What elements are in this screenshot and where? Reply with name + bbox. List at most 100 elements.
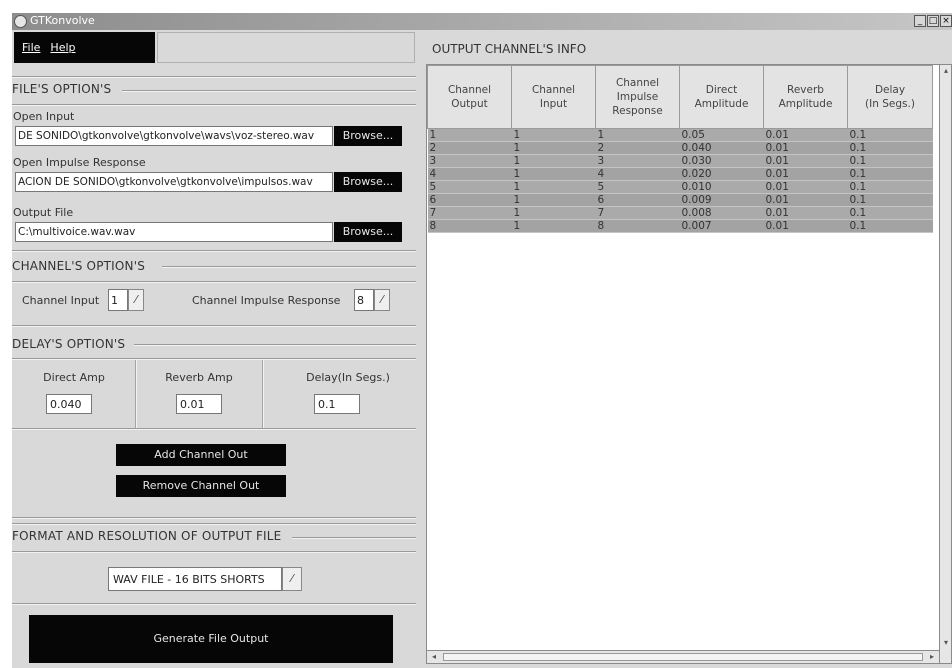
channel-impulse-value[interactable]: 8	[354, 289, 374, 311]
table-cell: 6	[427, 193, 512, 207]
table-cell: 1	[511, 141, 596, 155]
open-input-browse-button[interactable]: Browse...	[334, 126, 402, 146]
table-row[interactable]: 1 1 1 0.05 0.01 0.1	[427, 128, 933, 142]
dropdown-arrow-icon[interactable]: ⁄	[282, 567, 302, 591]
output-file-field[interactable]: C:\multivoice.wav.wav	[15, 222, 333, 242]
divider	[12, 603, 416, 605]
column-header-line: Input	[539, 98, 568, 110]
table-cell: 0.1	[847, 154, 933, 168]
table-cell: 1	[595, 128, 680, 142]
spinner-arrow-icon[interactable]: ⁄	[374, 289, 390, 311]
column-header-line: Channel	[447, 84, 492, 96]
table-row[interactable]: 5 1 5 0.010 0.01 0.1	[427, 180, 933, 194]
add-channel-out-button[interactable]: Add Channel Out	[116, 444, 286, 466]
scroll-left-icon[interactable]: ◂	[427, 651, 441, 663]
scroll-thumb[interactable]	[443, 653, 923, 661]
column-header-line: Delay	[874, 84, 906, 96]
close-icon[interactable]: ×	[940, 15, 952, 27]
divider	[12, 358, 416, 360]
channel-impulse-label: Channel Impulse Response	[192, 294, 341, 307]
reverb-amp-input[interactable]: 0.01	[176, 394, 222, 414]
table-cell: 0.009	[679, 193, 764, 207]
divider	[12, 428, 416, 430]
horizontal-scrollbar[interactable]: ◂ ▸	[426, 650, 940, 664]
divider	[12, 523, 416, 525]
table-cell: 0.1	[847, 180, 933, 194]
column-header[interactable]: Channel Output	[427, 65, 512, 129]
table-row[interactable]: 2 1 2 0.040 0.01 0.1	[427, 141, 933, 155]
generate-file-output-button[interactable]: Generate File Output	[29, 615, 393, 663]
maximize-icon[interactable]: □	[927, 15, 939, 27]
delay-options-title: DELAY'S OPTION'S	[12, 337, 132, 351]
table-cell: 5	[427, 180, 512, 194]
column-header[interactable]: Delay (In Segs.)	[847, 65, 933, 129]
open-impulse-label: Open Impulse Response	[13, 156, 146, 169]
table-row[interactable]: 7 1 7 0.008 0.01 0.1	[427, 206, 933, 220]
menu-help[interactable]: Help	[50, 41, 75, 54]
channel-options-title: CHANNEL'S OPTION'S	[12, 259, 152, 273]
table-row[interactable]: 4 1 4 0.020 0.01 0.1	[427, 167, 933, 181]
section-line	[122, 90, 416, 92]
menu-bar-filler	[157, 32, 415, 63]
format-select[interactable]: WAV FILE - 16 BITS SHORTS ⁄	[108, 567, 302, 591]
table-row[interactable]: 3 1 3 0.030 0.01 0.1	[427, 154, 933, 168]
delay-segs-input[interactable]: 0.1	[314, 394, 360, 414]
column-header[interactable]: Channel Impulse Response	[595, 65, 680, 129]
table-cell: 0.01	[763, 141, 848, 155]
column-header[interactable]: Reverb Amplitude	[763, 65, 848, 129]
table-cell: 0.1	[847, 219, 933, 233]
table-cell: 1	[511, 180, 596, 194]
column-header-line: Reverb	[787, 84, 824, 96]
vertical-scrollbar[interactable]: ▴ ▾	[939, 64, 952, 664]
channel-input-value[interactable]: 1	[108, 289, 128, 311]
scroll-right-icon[interactable]: ▸	[925, 651, 939, 663]
column-header-line: Amplitude	[694, 98, 749, 110]
column-header-line: Channel	[531, 84, 576, 96]
open-input-label: Open Input	[13, 110, 75, 123]
output-file-browse-button[interactable]: Browse...	[334, 222, 402, 242]
format-title: FORMAT AND RESOLUTION OF OUTPUT FILE	[12, 529, 288, 543]
delay-segs-label: Delay(In Segs.)	[306, 371, 390, 384]
open-impulse-field[interactable]: ACION DE SONIDO\gtkonvolve\gtkonvolve\im…	[15, 172, 333, 192]
column-header[interactable]: Direct Amplitude	[679, 65, 764, 129]
table-row[interactable]: 8 1 8 0.007 0.01 0.1	[427, 219, 933, 233]
format-select-value[interactable]: WAV FILE - 16 BITS SHORTS	[108, 567, 282, 591]
section-line	[292, 537, 416, 539]
table-cell: 0.007	[679, 219, 764, 233]
options-panel: File Help FILE'S OPTION'S Open Input DE …	[12, 30, 418, 668]
output-info-title: OUTPUT CHANNEL'S INFO	[432, 42, 587, 56]
scroll-down-icon[interactable]: ▾	[941, 637, 951, 649]
table-cell: 0.030	[679, 154, 764, 168]
table-cell: 3	[595, 154, 680, 168]
open-input-field[interactable]: DE SONIDO\gtkonvolve\gtkonvolve\wavs\voz…	[15, 126, 333, 146]
output-file-label: Output File	[13, 206, 74, 219]
column-divider	[135, 360, 137, 428]
minimize-icon[interactable]: _	[914, 15, 926, 27]
direct-amp-input[interactable]: 0.040	[46, 394, 92, 414]
column-header[interactable]: Channel Input	[511, 65, 596, 129]
column-header-line: Impulse	[616, 91, 659, 103]
table-cell: 1	[511, 128, 596, 142]
scroll-up-icon[interactable]: ▴	[941, 65, 951, 77]
table-row[interactable]: 6 1 6 0.009 0.01 0.1	[427, 193, 933, 207]
table-cell: 0.1	[847, 206, 933, 220]
table-cell: 0.1	[847, 167, 933, 181]
divider	[12, 76, 416, 78]
table-cell: 0.020	[679, 167, 764, 181]
reverb-amp-label: Reverb Amp	[165, 371, 233, 384]
table-cell: 1	[511, 167, 596, 181]
column-header-line: Channel	[615, 77, 660, 89]
output-table-container: Channel Output Channel Input Channel Impulse R…	[426, 64, 940, 664]
open-impulse-browse-button[interactable]: Browse...	[334, 172, 402, 192]
divider	[12, 104, 416, 106]
channel-input-spinner[interactable]: 1 ⁄	[108, 289, 146, 311]
table-cell: 8	[595, 219, 680, 233]
remove-channel-out-button[interactable]: Remove Channel Out	[116, 475, 286, 497]
divider	[12, 551, 416, 553]
spinner-arrow-icon[interactable]: ⁄	[128, 289, 144, 311]
table-cell: 0.01	[763, 167, 848, 181]
channel-impulse-spinner[interactable]: 8 ⁄	[354, 289, 392, 311]
table-cell: 0.05	[679, 128, 764, 142]
table-header-row: Channel Output Channel Input Channel Impulse R…	[427, 65, 933, 129]
menu-file[interactable]: File	[22, 41, 40, 54]
